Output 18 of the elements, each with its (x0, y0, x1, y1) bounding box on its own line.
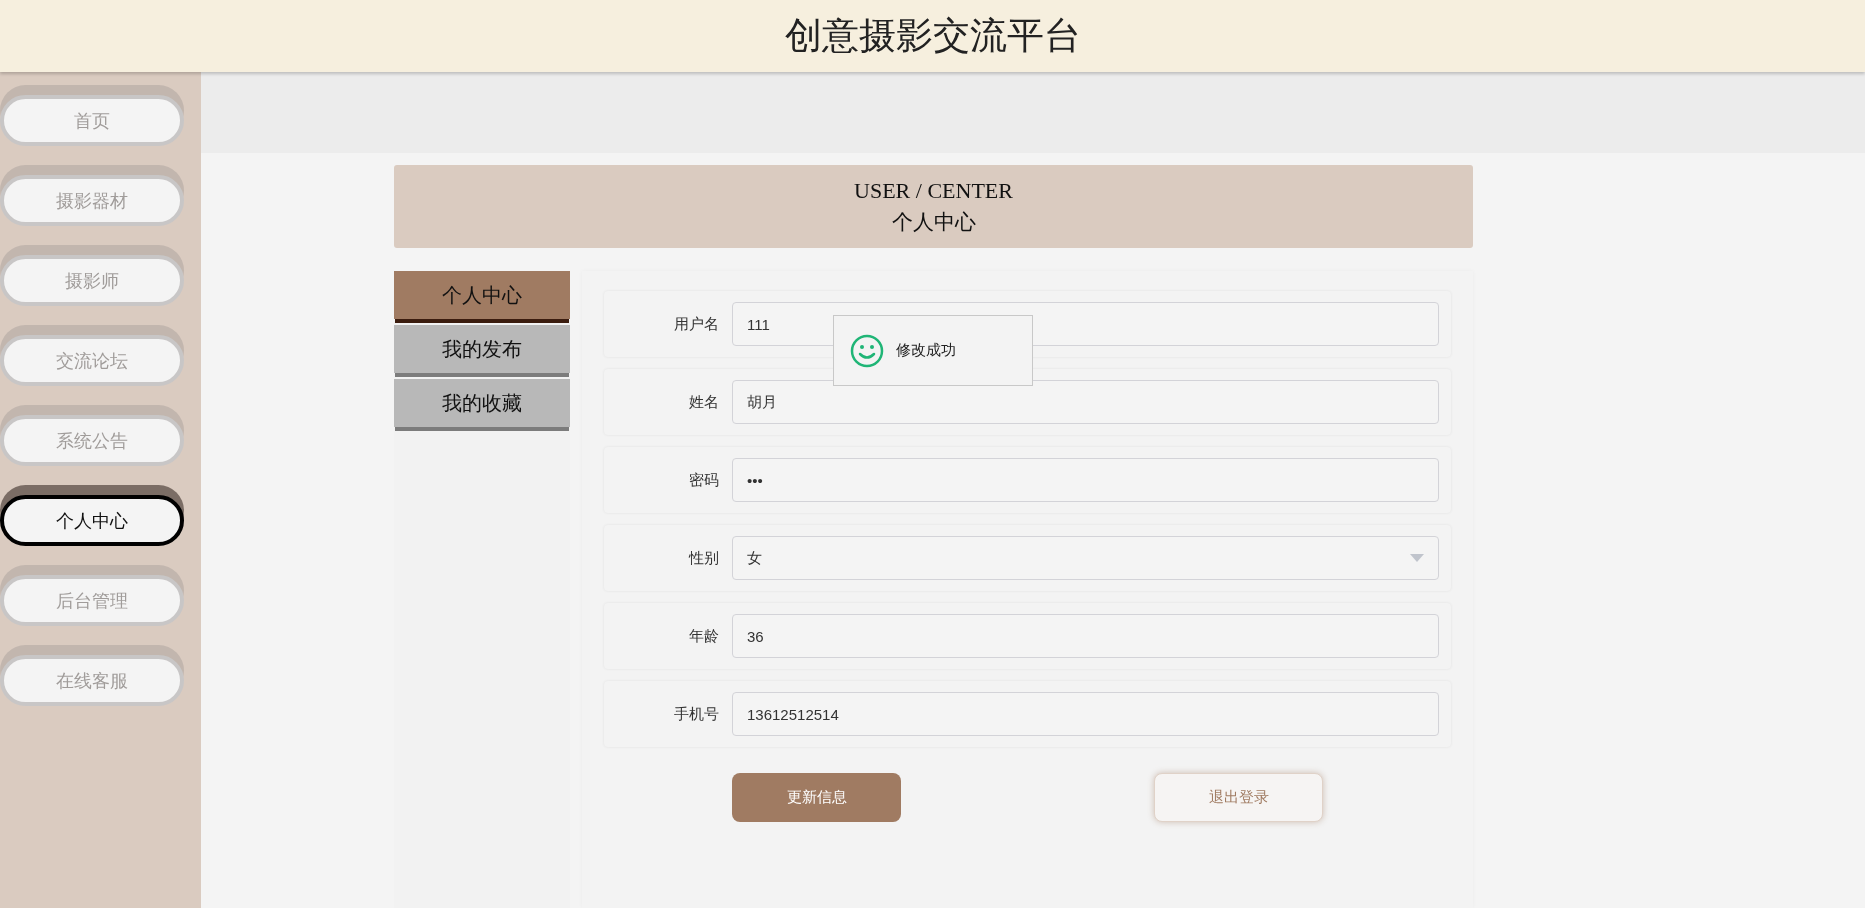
field-label: 姓名 (688, 392, 720, 412)
banner-title: USER / CENTER (854, 177, 1013, 204)
field-label: 年龄 (688, 626, 720, 646)
input-field[interactable]: 13612512514 (732, 692, 1439, 736)
input-field[interactable]: ••• (732, 458, 1439, 502)
banner-subtitle: 个人中心 (891, 208, 976, 236)
field-label: 用户名 (673, 314, 720, 334)
input-field[interactable]: 胡月 (732, 380, 1439, 424)
select-field[interactable]: 女 (732, 536, 1439, 580)
field-label: 性别 (687, 548, 720, 568)
site-title: 创意摄影交流平台 (784, 14, 1081, 58)
field-label: 密码 (688, 470, 720, 490)
field-label: 手机号 (673, 704, 720, 724)
caret-icon (1410, 554, 1424, 562)
logout-button[interactable]: 退出登录 (1154, 773, 1323, 822)
input-field[interactable]: 36 (732, 614, 1439, 658)
update-button[interactable]: 更新信息 (732, 773, 901, 822)
smiley-icon (850, 333, 884, 368)
